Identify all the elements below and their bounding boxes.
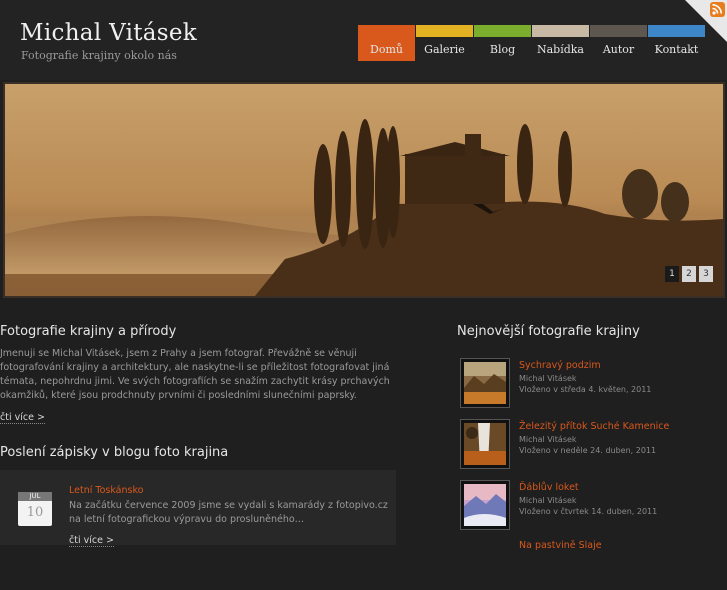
nav-item-domu[interactable]: Domů [358,25,415,61]
intro-text: Jmenuji se Michal Vitásek, jsem z Prahy … [0,348,390,401]
blog-post-excerpt: Na začátku července 2009 jsme se vydali … [69,500,388,525]
main-nav: Domů Galerie Blog Nabídka Autor Kontakt [358,25,706,61]
nav-label: Galerie [424,42,465,56]
photo-item: Železitý přítok Suché Kamenice Michal Vi… [460,419,720,471]
photo-title[interactable]: Sychravý podzim [519,360,601,371]
winter-valley-thumbnail [464,484,506,526]
calendar-icon: JUL 10 [18,492,52,526]
photo-thumbnail[interactable] [460,480,510,530]
tuscany-landscape-photo [5,84,723,296]
nav-label: Blog [489,42,516,56]
slider-page-2[interactable]: 2 [682,266,696,282]
site-title[interactable]: Michal Vitásek [20,20,197,46]
photo-date: Vloženo v středa 4. květen, 2011 [519,385,652,394]
blog-heading: Poslení zápisky v blogu foto krajina [0,445,229,460]
nav-item-blog[interactable]: Blog [474,25,531,61]
blog-read-more-link[interactable]: čti více > [69,535,114,547]
photo-thumbnail[interactable] [460,358,510,408]
slider-pager: 1 2 3 [665,266,713,282]
photo-author: Michal Vitásek [519,435,577,444]
nav-label: Nabídka [536,42,584,56]
autumn-forest-thumbnail [464,362,506,404]
rss-feed-icon[interactable] [685,0,727,42]
nav-item-nabidka[interactable]: Nabídka [532,25,589,61]
photo-thumbnail[interactable] [460,419,510,469]
slider-page-1[interactable]: 1 [665,266,679,282]
photo-item: Sychravý podzim Michal Vitásek Vloženo v… [460,358,720,410]
photo-item: Na pastvině Slaje [460,538,720,590]
latest-photos-heading: Nejnovější fotografie krajiny [457,324,640,339]
photo-title[interactable]: Ďáblův loket [519,482,579,493]
intro-read-more-link[interactable]: čti více > [0,412,45,424]
photo-author: Michal Vitásek [519,374,577,383]
header: Michal Vitásek Fotografie krajiny okolo … [0,0,727,80]
photo-title[interactable]: Železitý přítok Suché Kamenice [519,421,669,432]
nav-label: Autor [602,42,635,56]
calendar-month: JUL [18,492,52,501]
waterfall-thumbnail [464,423,506,465]
nav-label: Domů [370,42,403,56]
slider-page-3[interactable]: 3 [699,266,713,282]
photo-date: Vloženo v čtvrtek 14. duben, 2011 [519,507,658,516]
photo-date: Vloženo v neděle 24. duben, 2011 [519,446,657,455]
blog-post-title[interactable]: Letní Toskánsko [69,485,143,496]
calendar-day: 10 [26,505,44,520]
nav-item-galerie[interactable]: Galerie [416,25,473,61]
nav-item-autor[interactable]: Autor [590,25,647,61]
photo-author: Michal Vitásek [519,496,577,505]
photo-item: Ďáblův loket Michal Vitásek Vloženo v čt… [460,480,720,532]
intro-heading: Fotografie krajiny a přírody [0,324,177,339]
photo-title[interactable]: Na pastvině Slaje [519,540,602,551]
site-subtitle: Fotografie krajiny okolo nás [21,49,177,62]
hero-slider[interactable] [3,82,725,298]
nav-label: Kontakt [654,42,699,56]
